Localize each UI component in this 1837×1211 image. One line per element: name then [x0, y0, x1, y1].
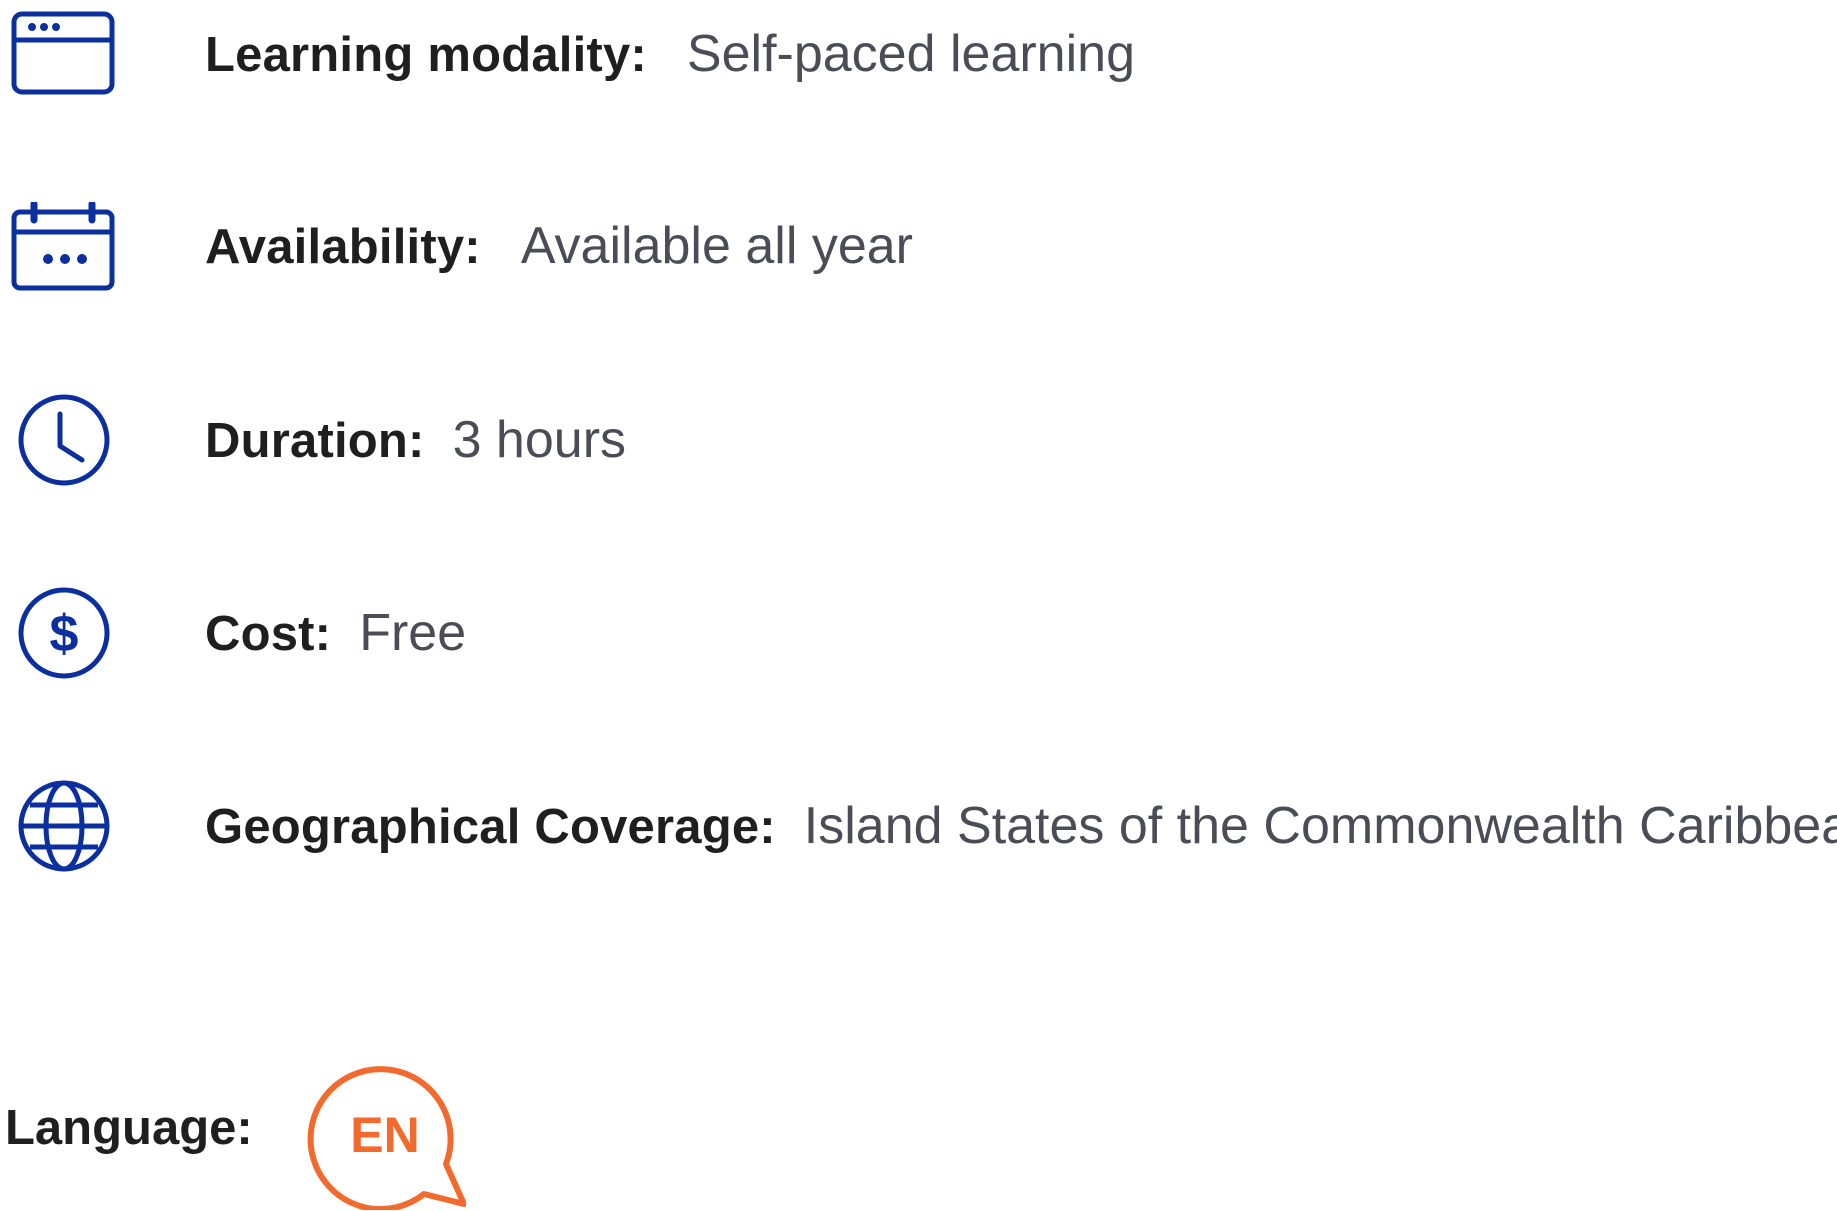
- geographical-coverage-value: Island States of the Commonwealth Caribb…: [803, 797, 1837, 855]
- duration-label: Duration:: [205, 414, 425, 468]
- browser-window-icon: [10, 10, 120, 110]
- cost-value: Free: [359, 604, 467, 662]
- detail-row-cost: $ Cost: Free: [0, 585, 1837, 695]
- geographical-coverage-label: Geographical Coverage:: [205, 800, 776, 854]
- calendar-icon: [10, 202, 120, 302]
- availability-value: Available all year: [520, 217, 913, 275]
- detail-row-availability: Availability: Available all year: [0, 202, 1837, 312]
- availability-label: Availability:: [205, 220, 481, 274]
- globe-icon: [10, 778, 120, 878]
- learning-modality-value: Self-paced learning: [686, 25, 1135, 83]
- dollar-icon: $: [10, 585, 120, 685]
- detail-row-learning-modality: Learning modality: Self-paced learning: [0, 10, 1837, 120]
- duration-value: 3 hours: [452, 411, 627, 469]
- detail-row-duration: Duration: 3 hours: [0, 392, 1837, 502]
- language-code: EN: [350, 1107, 419, 1163]
- cost-label: Cost:: [205, 607, 332, 661]
- svg-text:$: $: [50, 605, 79, 663]
- clock-icon: [10, 392, 120, 492]
- learning-modality-label: Learning modality:: [205, 28, 647, 82]
- detail-row-geographical-coverage: Geographical Coverage: Island States of …: [0, 778, 1837, 888]
- language-label: Language:: [5, 1101, 253, 1155]
- speech-bubble-icon: EN: [306, 1054, 466, 1210]
